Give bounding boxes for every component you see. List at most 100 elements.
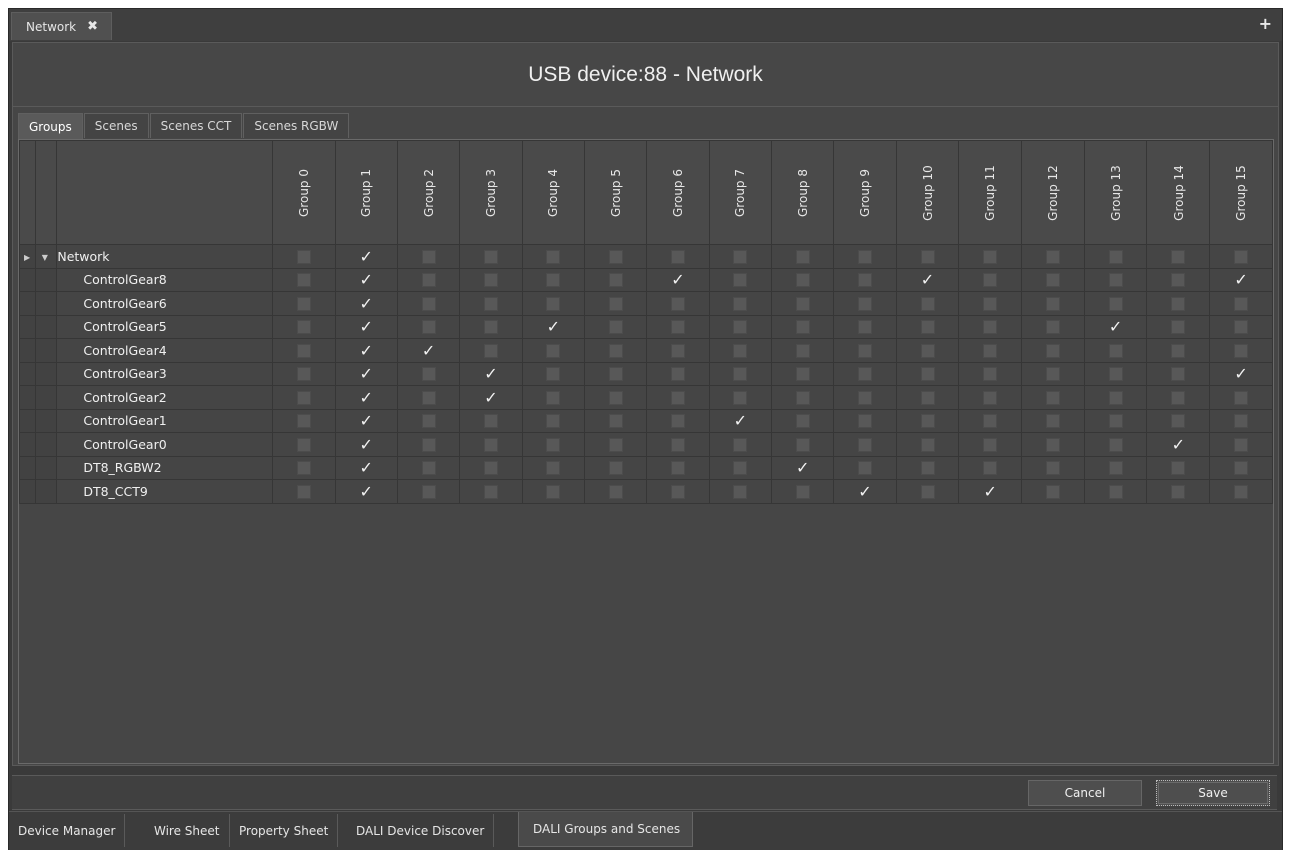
group-checkbox-cell[interactable] (1146, 408, 1211, 433)
group-checkbox-cell[interactable] (459, 314, 523, 339)
unchecked-box[interactable] (920, 390, 935, 405)
unchecked-box[interactable] (1045, 249, 1060, 264)
unchecked-box[interactable] (1108, 249, 1123, 264)
group-checkbox-cell[interactable] (958, 291, 1023, 316)
group-checkbox-cell[interactable] (646, 291, 710, 316)
group-checkbox-cell[interactable] (1021, 338, 1085, 363)
unchecked-box[interactable] (670, 249, 685, 264)
group-checkbox-cell[interactable] (708, 455, 772, 480)
group-checkbox-cell[interactable] (1146, 267, 1211, 292)
group-checkbox-cell[interactable] (708, 385, 772, 410)
unchecked-box[interactable] (1234, 320, 1249, 334)
unchecked-box[interactable] (1108, 296, 1123, 311)
group-checkbox-cell[interactable] (521, 385, 585, 410)
group-checkbox-cell[interactable]: ✓ (334, 408, 398, 433)
group-checkbox-cell[interactable]: ✓ (521, 314, 585, 339)
checkmark-icon[interactable]: ✓ (360, 319, 373, 335)
unchecked-box[interactable] (1171, 343, 1186, 358)
group-checkbox-cell[interactable] (895, 408, 960, 433)
checkmark-icon[interactable]: ✓ (360, 295, 373, 311)
checkmark-icon[interactable]: ✓ (671, 272, 684, 288)
group-checkbox-cell[interactable] (1083, 408, 1148, 433)
group-checkbox-cell[interactable] (521, 455, 585, 480)
group-checkbox-cell[interactable] (396, 408, 461, 433)
group-checkbox-cell[interactable] (1146, 385, 1211, 410)
unchecked-box[interactable] (983, 461, 998, 475)
group-checkbox-cell[interactable] (396, 479, 461, 504)
group-checkbox-cell[interactable] (1146, 479, 1211, 504)
group-checkbox-cell[interactable] (833, 244, 897, 269)
unchecked-box[interactable] (857, 273, 872, 287)
group-checkbox-cell[interactable] (646, 361, 710, 386)
unchecked-box[interactable] (608, 296, 623, 311)
group-checkbox-cell[interactable] (272, 385, 336, 410)
group-checkbox-cell[interactable]: ✓ (459, 385, 523, 410)
checkmark-icon[interactable]: ✓ (1109, 319, 1122, 335)
bottom-tab-dali-device-discover[interactable]: DALI Device Discover (347, 814, 495, 847)
group-checkbox-cell[interactable] (1146, 361, 1211, 386)
unchecked-box[interactable] (296, 414, 311, 428)
unchecked-box[interactable] (546, 249, 561, 264)
group-checkbox-cell[interactable] (770, 385, 835, 410)
unchecked-box[interactable] (296, 320, 311, 334)
column-header[interactable]: Group 7 (708, 140, 772, 245)
group-checkbox-cell[interactable]: ✓ (1083, 314, 1148, 339)
unchecked-box[interactable] (608, 437, 623, 452)
unchecked-box[interactable] (546, 484, 561, 499)
unchecked-box[interactable] (1108, 437, 1123, 452)
unchecked-box[interactable] (670, 484, 685, 499)
table-row[interactable]: ▶ ▼ Network ✓ (19, 244, 1273, 269)
unchecked-box[interactable] (857, 461, 872, 475)
group-checkbox-cell[interactable] (895, 479, 960, 504)
unchecked-box[interactable] (670, 343, 685, 358)
group-checkbox-cell[interactable] (708, 244, 772, 269)
group-checkbox-cell[interactable] (272, 455, 336, 480)
group-checkbox-cell[interactable] (583, 267, 648, 292)
group-checkbox-cell[interactable]: ✓ (1146, 432, 1211, 457)
unchecked-box[interactable] (857, 320, 872, 334)
column-header[interactable]: Group 15 (1209, 140, 1273, 245)
group-checkbox-cell[interactable] (958, 408, 1023, 433)
group-checkbox-cell[interactable] (396, 314, 461, 339)
unchecked-box[interactable] (1108, 273, 1123, 287)
group-checkbox-cell[interactable] (396, 432, 461, 457)
unchecked-box[interactable] (1108, 414, 1123, 428)
group-checkbox-cell[interactable] (1021, 267, 1085, 292)
unchecked-box[interactable] (983, 437, 998, 452)
group-checkbox-cell[interactable] (770, 291, 835, 316)
unchecked-box[interactable] (608, 249, 623, 264)
unchecked-box[interactable] (983, 249, 998, 264)
unchecked-box[interactable] (421, 296, 436, 311)
add-tab-icon[interactable]: + (1259, 14, 1272, 33)
group-checkbox-cell[interactable] (770, 408, 835, 433)
group-checkbox-cell[interactable] (521, 338, 585, 363)
close-icon[interactable]: ✖ (87, 19, 98, 34)
group-checkbox-cell[interactable] (646, 314, 710, 339)
column-header[interactable]: Group 4 (521, 140, 585, 245)
tab-scenes-cct[interactable]: Scenes CCT (149, 113, 243, 138)
group-checkbox-cell[interactable]: ✓ (958, 479, 1023, 504)
unchecked-box[interactable] (483, 273, 498, 287)
group-checkbox-cell[interactable]: ✓ (334, 361, 398, 386)
group-checkbox-cell[interactable] (583, 455, 648, 480)
group-checkbox-cell[interactable] (1083, 338, 1148, 363)
group-checkbox-cell[interactable] (1209, 432, 1273, 457)
group-checkbox-cell[interactable] (958, 267, 1023, 292)
checkmark-icon[interactable]: ✓ (921, 272, 934, 288)
group-checkbox-cell[interactable] (958, 432, 1023, 457)
group-checkbox-cell[interactable]: ✓ (1209, 361, 1273, 386)
unchecked-box[interactable] (608, 343, 623, 358)
unchecked-box[interactable] (733, 484, 748, 499)
group-checkbox-cell[interactable] (646, 479, 710, 504)
unchecked-box[interactable] (857, 296, 872, 311)
unchecked-box[interactable] (296, 343, 311, 358)
unchecked-box[interactable] (670, 390, 685, 405)
unchecked-box[interactable] (795, 296, 810, 311)
unchecked-box[interactable] (920, 437, 935, 452)
group-checkbox-cell[interactable] (459, 338, 523, 363)
group-checkbox-cell[interactable] (459, 244, 523, 269)
column-header[interactable]: Group 6 (646, 140, 710, 245)
group-checkbox-cell[interactable] (708, 361, 772, 386)
group-checkbox-cell[interactable] (459, 479, 523, 504)
unchecked-box[interactable] (920, 343, 935, 358)
